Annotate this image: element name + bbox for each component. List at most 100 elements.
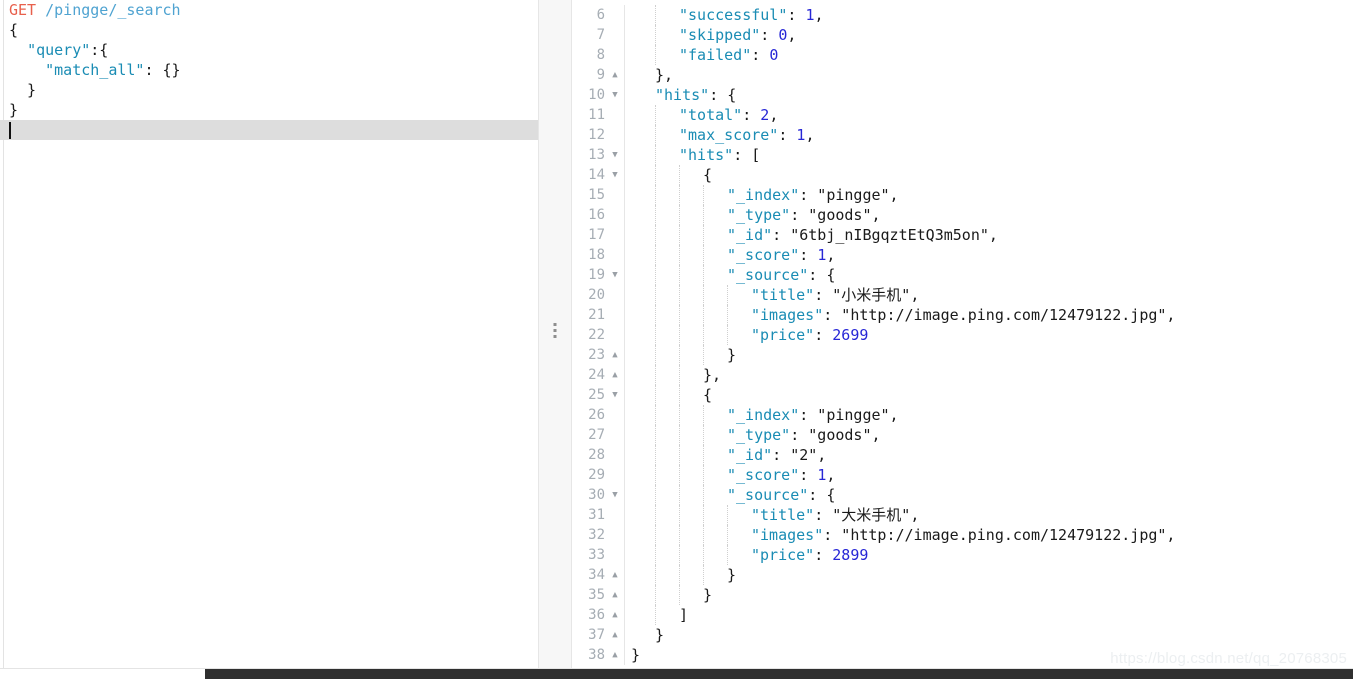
- request-line[interactable]: }: [0, 80, 538, 100]
- response-line[interactable]: 37 ▲}: [573, 625, 1353, 645]
- indent-guide: [631, 5, 655, 25]
- response-line[interactable]: 26 "_index": "pingge",: [573, 405, 1353, 425]
- response-line[interactable]: 36 ▲]: [573, 605, 1353, 625]
- fold-collapse-icon[interactable]: ▲: [609, 625, 621, 645]
- fold-placeholder: [609, 425, 621, 445]
- response-line-text: "max_score": 1,: [631, 125, 814, 145]
- response-line[interactable]: 12 "max_score": 1,: [573, 125, 1353, 145]
- response-line[interactable]: 22 "price": 2699: [573, 325, 1353, 345]
- gutter-rule: [624, 25, 625, 45]
- response-line[interactable]: 8 "failed": 0: [573, 45, 1353, 65]
- indent-guide: [655, 185, 679, 205]
- response-line[interactable]: 6 "successful": 1,: [573, 5, 1353, 25]
- line-number: 28: [588, 447, 605, 463]
- fold-expand-icon[interactable]: ▼: [609, 145, 621, 165]
- response-line[interactable]: 10 ▼ "hits": {: [573, 85, 1353, 105]
- response-line[interactable]: 19 ▼ "_source": {: [573, 265, 1353, 285]
- response-line[interactable]: 11 "total": 2,: [573, 105, 1353, 125]
- request-editor-pane[interactable]: GET /pingge/_search{ "query":{ "match_al…: [0, 0, 538, 671]
- horizontal-scrollbar-track[interactable]: [0, 668, 1353, 679]
- response-line[interactable]: 27 "_type": "goods",: [573, 425, 1353, 445]
- response-line-text: "skipped": 0,: [631, 25, 796, 45]
- pane-splitter[interactable]: [538, 0, 572, 671]
- response-line-text: "total": 2,: [631, 105, 778, 125]
- response-line[interactable]: 24 ▲},: [573, 365, 1353, 385]
- response-line[interactable]: 34 ▲}: [573, 565, 1353, 585]
- code-token-prop: "skipped": [679, 26, 761, 44]
- response-line[interactable]: 16 "_type": "goods",: [573, 205, 1353, 225]
- indent-guide: [727, 505, 751, 525]
- fold-expand-icon[interactable]: ▼: [609, 85, 621, 105]
- code-token-prop: "_score": [727, 466, 800, 484]
- code-token-prop: "_score": [727, 246, 800, 264]
- indent-guide: [655, 105, 679, 125]
- fold-collapse-icon[interactable]: ▲: [609, 365, 621, 385]
- response-line[interactable]: 33 "price": 2899: [573, 545, 1353, 565]
- indent-guide: [679, 205, 703, 225]
- line-number: 8: [596, 47, 605, 63]
- code-token-punct: :: [760, 26, 779, 44]
- code-token-punct: : "goods",: [790, 426, 881, 444]
- response-line[interactable]: 31 "title": "大米手机",: [573, 505, 1353, 525]
- code-token-punct: {: [703, 386, 713, 404]
- response-line[interactable]: 7 "skipped": 0,: [573, 25, 1353, 45]
- response-viewer-code[interactable]: 6 "successful": 1, 7 "skipped": 0, 8 "failed"…: [573, 5, 1353, 665]
- gutter-rule: [624, 265, 625, 285]
- request-line[interactable]: }: [0, 100, 538, 120]
- line-number: 38: [588, 647, 605, 663]
- fold-collapse-icon[interactable]: ▲: [609, 605, 621, 625]
- response-line[interactable]: 13 ▼ "hits": [: [573, 145, 1353, 165]
- indent-guide: [703, 205, 727, 225]
- code-token-key: "match_all": [45, 61, 145, 79]
- fold-collapse-icon[interactable]: ▲: [609, 345, 621, 365]
- horizontal-scrollbar-thumb[interactable]: [205, 669, 1353, 679]
- fold-expand-icon[interactable]: ▼: [609, 265, 621, 285]
- fold-expand-icon[interactable]: ▼: [609, 485, 621, 505]
- response-line[interactable]: 30 ▼ "_source": {: [573, 485, 1353, 505]
- fold-expand-icon[interactable]: ▼: [609, 385, 621, 405]
- gutter-rule: [624, 405, 625, 425]
- response-line-text: "failed": 0: [631, 45, 778, 65]
- indent-guide: [631, 345, 655, 365]
- response-viewer-pane[interactable]: 6 "successful": 1, 7 "skipped": 0, 8 "failed"…: [573, 0, 1353, 671]
- response-line[interactable]: 17 "_id": "6tbj_nIBgqztEtQ3m5on",: [573, 225, 1353, 245]
- fold-expand-icon[interactable]: ▼: [609, 165, 621, 185]
- indent-guide: [727, 545, 751, 565]
- request-line[interactable]: "query":{: [0, 40, 538, 60]
- response-line-text: "_id": "2",: [631, 445, 826, 465]
- response-line[interactable]: 35 ▲}: [573, 585, 1353, 605]
- indent-guide: [655, 605, 679, 625]
- indent-guide: [631, 325, 655, 345]
- response-line[interactable]: 25 ▼ {: [573, 385, 1353, 405]
- response-line-text: }: [631, 565, 736, 585]
- response-line[interactable]: 32 "images": "http://image.ping.com/12479…: [573, 525, 1353, 545]
- code-token-num: 2: [760, 106, 770, 124]
- code-token-punct: : [: [733, 146, 761, 164]
- indent-guide: [655, 505, 679, 525]
- indent-guide: [631, 245, 655, 265]
- request-line[interactable]: {: [0, 20, 538, 40]
- drag-handle-icon[interactable]: [553, 323, 557, 338]
- fold-collapse-icon[interactable]: ▲: [609, 645, 621, 665]
- response-line[interactable]: 14 ▼ {: [573, 165, 1353, 185]
- response-line[interactable]: 9 ▲},: [573, 65, 1353, 85]
- code-token-punct: :: [751, 46, 770, 64]
- request-editor-code[interactable]: GET /pingge/_search{ "query":{ "match_al…: [0, 0, 538, 140]
- request-line[interactable]: "match_all": {}: [0, 60, 538, 80]
- response-line[interactable]: 20 "title": "小米手机",: [573, 285, 1353, 305]
- response-line[interactable]: 29 "_score": 1,: [573, 465, 1353, 485]
- response-line[interactable]: 28 "_id": "2",: [573, 445, 1353, 465]
- indent-guide: [631, 585, 655, 605]
- response-line[interactable]: 21 "images": "http://image.ping.com/12479…: [573, 305, 1353, 325]
- request-line[interactable]: [0, 120, 538, 140]
- fold-collapse-icon[interactable]: ▲: [609, 585, 621, 605]
- response-line[interactable]: 18 "_score": 1,: [573, 245, 1353, 265]
- request-line[interactable]: GET /pingge/_search: [0, 0, 538, 20]
- indent-guide: [679, 285, 703, 305]
- response-line[interactable]: 15 "_index": "pingge",: [573, 185, 1353, 205]
- response-line[interactable]: 23 ▲}: [573, 345, 1353, 365]
- fold-collapse-icon[interactable]: ▲: [609, 565, 621, 585]
- indent-guide: [703, 425, 727, 445]
- code-token-prop: "_id": [727, 226, 773, 244]
- fold-collapse-icon[interactable]: ▲: [609, 65, 621, 85]
